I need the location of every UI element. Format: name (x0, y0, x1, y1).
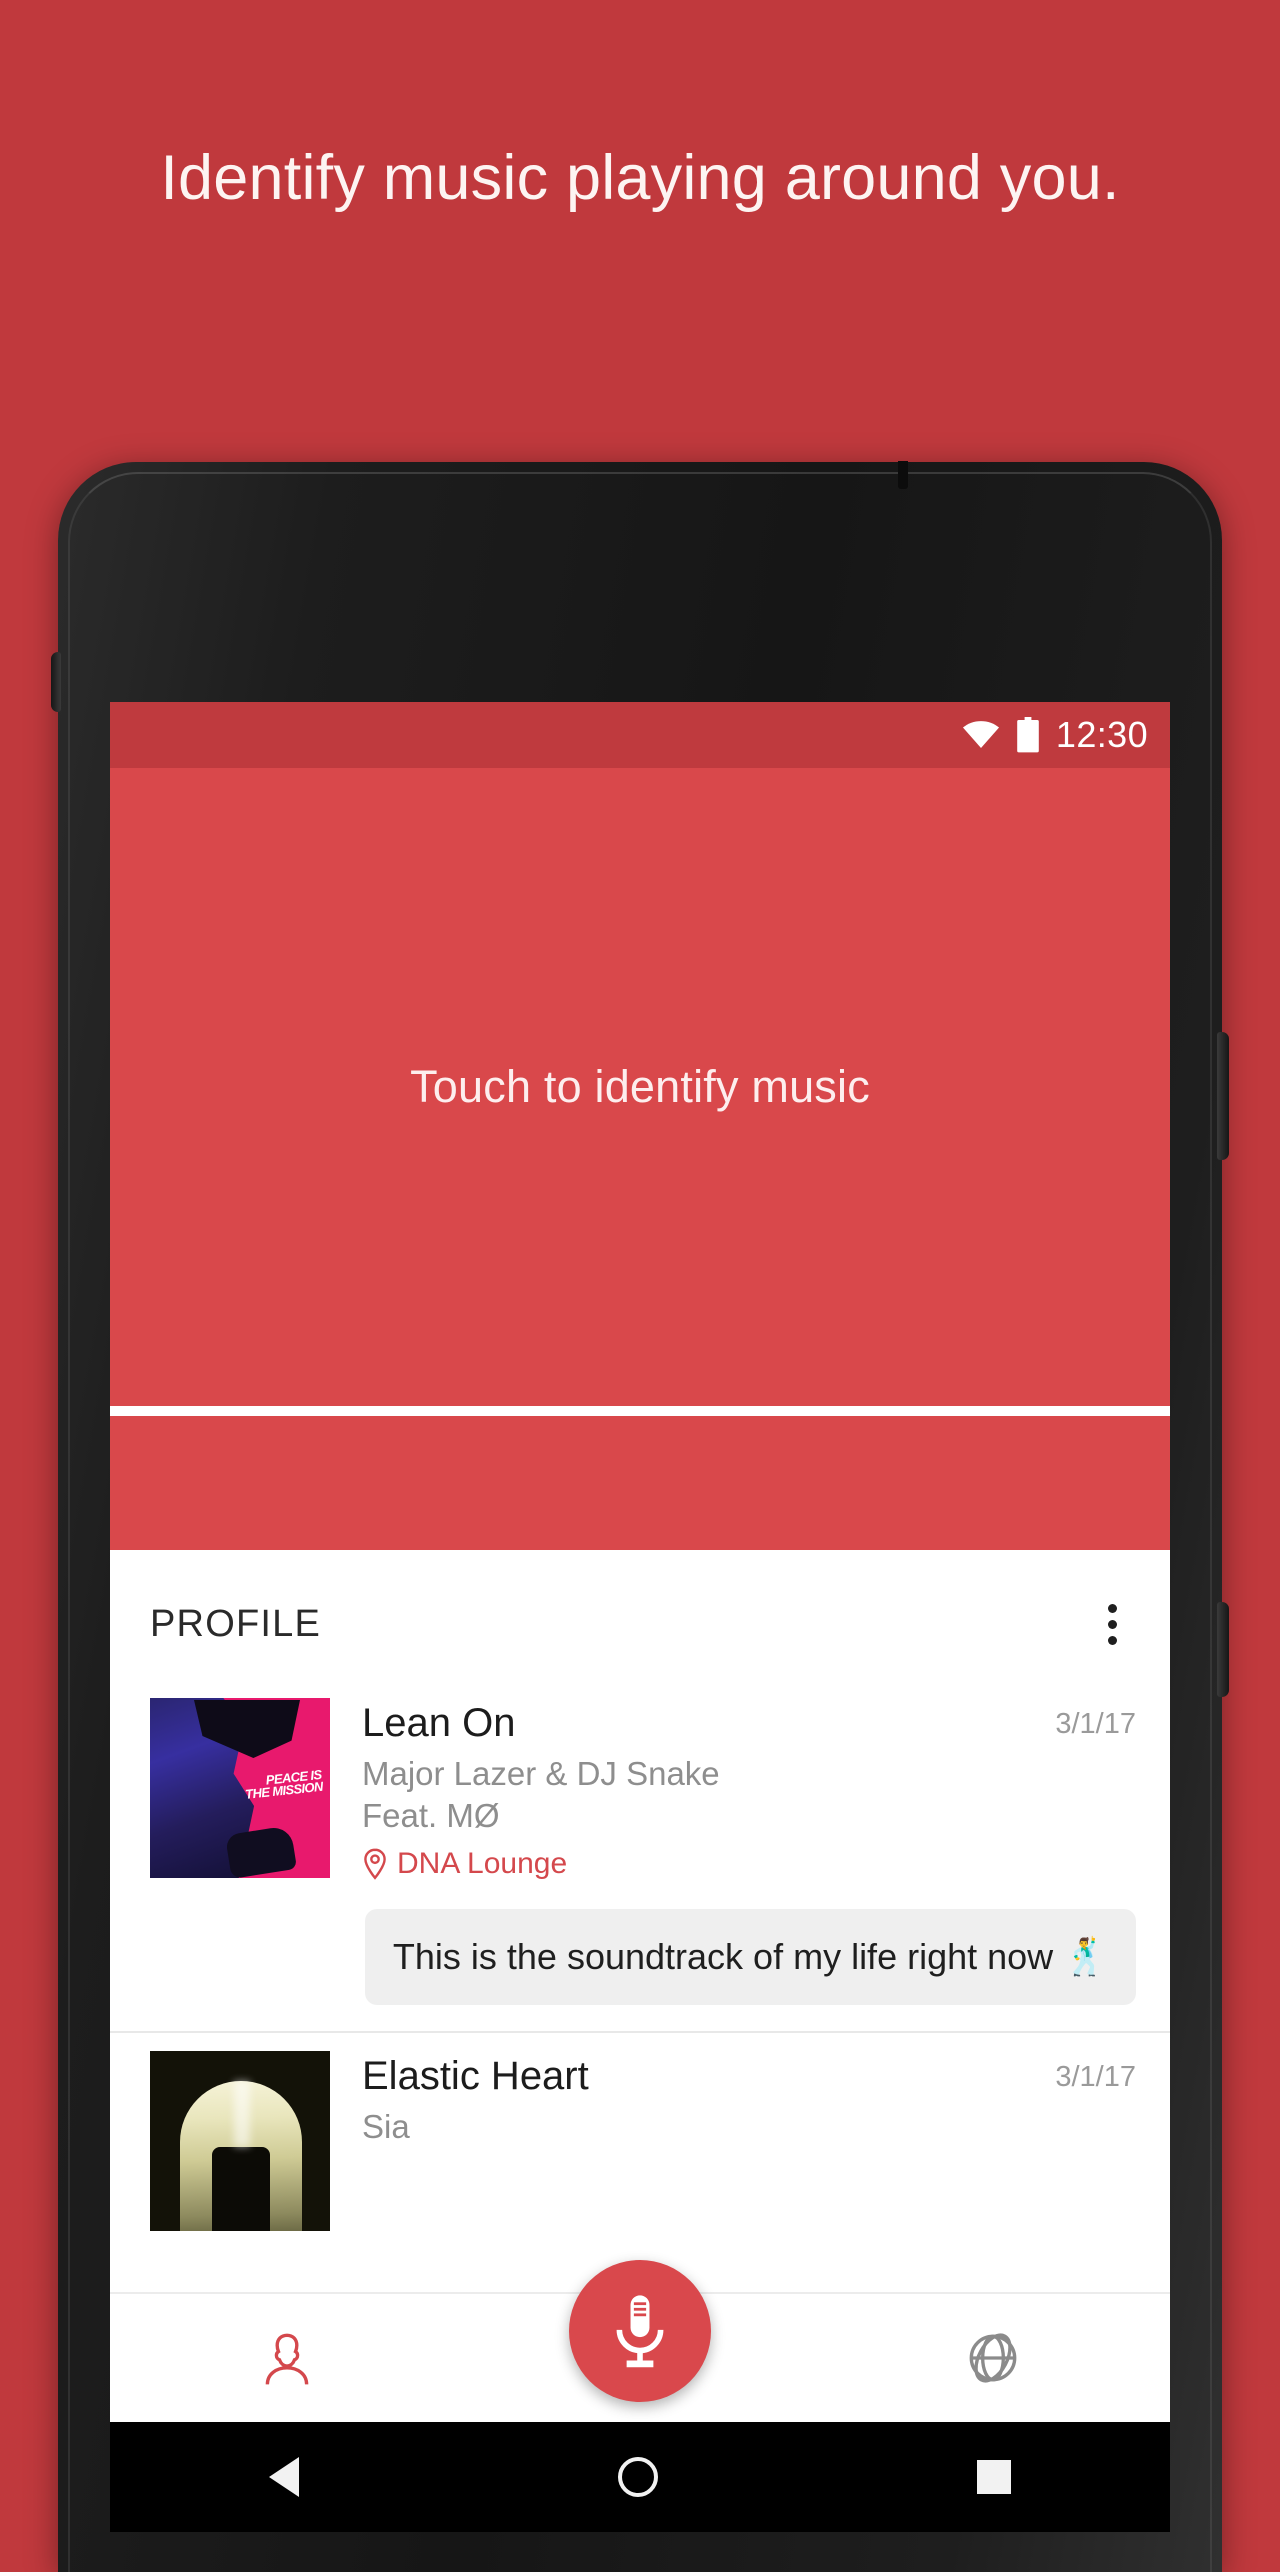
track-title: Elastic Heart (362, 2053, 589, 2098)
track-artist-line-2: Feat. MØ (362, 1796, 500, 1834)
identify-label: Touch to identify music (410, 1061, 870, 1112)
track-artist-line-1: Major Lazer & DJ Snake (362, 1755, 720, 1793)
track-info: Lean On 3/1/17 Major Lazer & DJ Snake Fe… (330, 1698, 1136, 1881)
identify-fab-button[interactable] (569, 2260, 711, 2402)
home-circle-icon[interactable] (617, 2457, 658, 2497)
android-navigation-bar (110, 2422, 1170, 2532)
microphone-icon (609, 2292, 671, 2370)
track-artist: Sia (362, 2108, 410, 2146)
album-art (150, 2050, 330, 2231)
comment-container: This is the soundtrack of my life right … (110, 1886, 1170, 2031)
panel-divider (110, 1406, 1170, 1416)
battery-icon (1016, 717, 1040, 753)
bottom-navigation-bar (110, 2260, 1170, 2422)
wifi-icon (962, 720, 1000, 750)
phone-screen: 12:30 Touch to identify music PROFILE PE… (110, 702, 1170, 2422)
identify-panel[interactable]: Touch to identify music (110, 768, 1170, 1406)
sim-tray (51, 652, 61, 712)
location-pin-icon (362, 1848, 388, 1880)
sidebar-item-profile[interactable] (110, 2327, 463, 2389)
status-bar-time: 12:30 (1055, 714, 1148, 755)
track-date: 3/1/17 (1055, 1708, 1136, 1740)
sidebar-item-explore[interactable] (817, 2327, 1170, 2389)
profile-section-header: PROFILE (110, 1550, 1170, 1698)
kebab-menu-icon[interactable] (1088, 1600, 1136, 1648)
track-row[interactable]: PEACE IS THE MISSION Lean On 3/1/17 Major… (110, 1698, 1170, 1887)
phone-mockup: 12:30 Touch to identify music PROFILE PE… (51, 461, 1229, 2572)
track-venue-label: DNA Lounge (397, 1846, 568, 1880)
track-info: Elastic Heart 3/1/17 Sia (330, 2051, 1136, 2231)
track-artist: Major Lazer & DJ Snake Feat. MØ (362, 1753, 1136, 1836)
power-button[interactable] (1217, 1032, 1229, 1160)
profile-section-title: PROFILE (150, 1602, 321, 1645)
person-icon (256, 2327, 318, 2389)
page-title: Identify music playing around you. (160, 143, 1120, 213)
identify-panel-footer (110, 1416, 1170, 1550)
globe-icon (962, 2327, 1024, 2389)
recents-square-icon[interactable] (976, 2460, 1011, 2494)
track-venue[interactable]: DNA Lounge (362, 1847, 1136, 1881)
back-triangle-icon[interactable] (269, 2457, 300, 2497)
status-bar: 12:30 (110, 702, 1170, 768)
album-art: PEACE IS THE MISSION (150, 1698, 330, 1878)
track-date: 3/1/17 (1055, 2060, 1136, 2093)
comment-bubble[interactable]: This is the soundtrack of my life right … (364, 1908, 1136, 2005)
track-row[interactable]: Elastic Heart 3/1/17 Sia (110, 2032, 1170, 2231)
track-title: Lean On (362, 1701, 516, 1745)
phone-antenna-line (898, 461, 908, 489)
volume-button[interactable] (1217, 1602, 1229, 1697)
